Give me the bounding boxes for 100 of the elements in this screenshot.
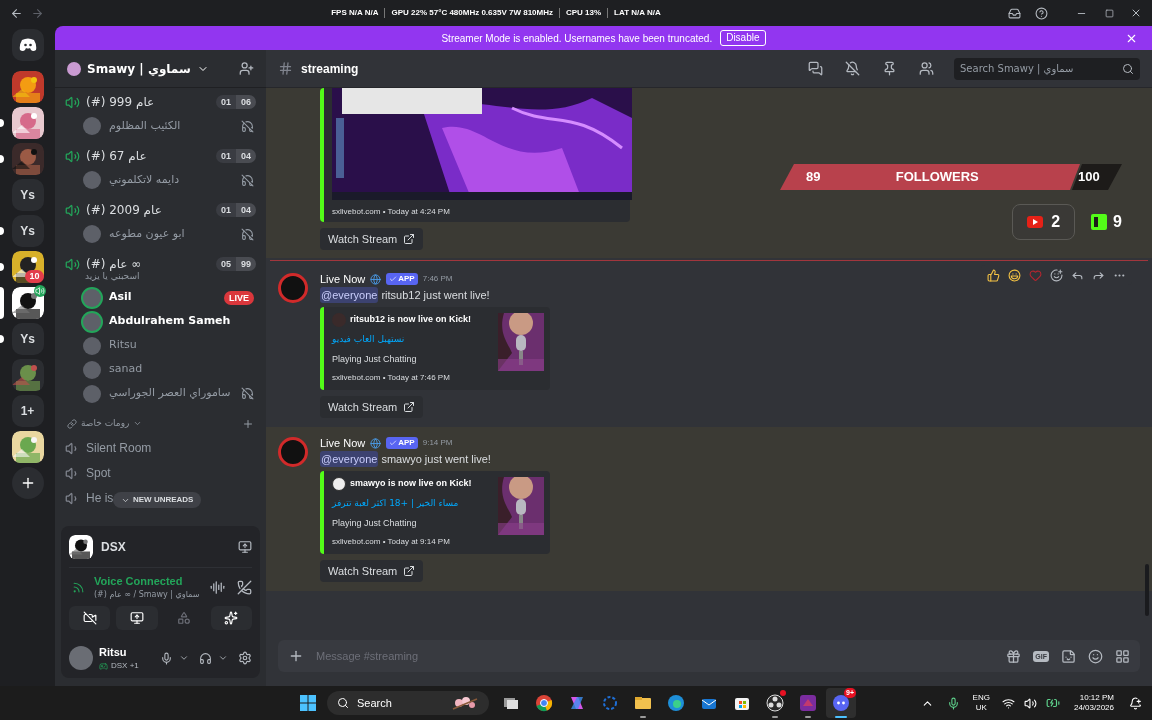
soundboard-button[interactable] xyxy=(210,606,252,630)
app-badge: APP xyxy=(386,437,418,449)
message-text: smawyo just went live! xyxy=(381,451,491,467)
microphone-icon[interactable] xyxy=(160,651,173,665)
channel-name: (#) 2009 عام xyxy=(86,202,163,219)
channel-name[interactable]: Silent Room xyxy=(86,439,152,457)
back-icon[interactable] xyxy=(10,6,23,20)
app-logo-icon xyxy=(535,694,553,712)
volume-icon[interactable] xyxy=(1023,696,1037,710)
voice-member[interactable]: Ritsu xyxy=(55,333,266,358)
server-icon[interactable]: Ys xyxy=(11,215,44,247)
app-logo-icon xyxy=(568,694,586,712)
scrollbar[interactable] xyxy=(1145,564,1149,616)
user-status: DSX +1 xyxy=(111,660,139,673)
add-channel-icon[interactable] xyxy=(242,417,254,430)
maximize-icon[interactable] xyxy=(1105,8,1114,18)
app-logo-icon[interactable] xyxy=(18,38,37,52)
disconnect-icon[interactable] xyxy=(237,579,252,595)
laughing-face-icon[interactable] xyxy=(1008,268,1021,282)
app-logo-icon xyxy=(832,694,850,712)
server-name[interactable]: Smawy | سماوي xyxy=(87,59,191,78)
app-logo-icon xyxy=(766,694,784,712)
chevron-icon[interactable] xyxy=(218,653,228,663)
unread-pill xyxy=(0,119,4,127)
watch-stream-button[interactable]: Watch Stream xyxy=(320,396,424,418)
add-server-button[interactable] xyxy=(11,467,44,499)
server-icon[interactable] xyxy=(11,107,44,139)
watch-stream-button[interactable]: Watch Stream xyxy=(320,228,424,250)
server-icon[interactable] xyxy=(11,431,44,463)
watch-stream-button[interactable]: Watch Stream xyxy=(320,560,424,582)
voice-member[interactable]: sanad xyxy=(55,357,266,382)
search-field[interactable]: Search Smawy | سماوي xyxy=(954,57,1140,80)
bot-avatar xyxy=(278,437,308,467)
category-name[interactable]: رومات خاصة xyxy=(81,416,130,431)
battery-icon[interactable] xyxy=(1045,696,1060,710)
channel-name[interactable]: Spot xyxy=(86,464,111,482)
gift-icon[interactable] xyxy=(1006,648,1022,664)
settings-icon[interactable] xyxy=(238,651,252,665)
server-icon[interactable]: 1+ xyxy=(11,395,44,427)
server-icon[interactable] xyxy=(11,71,44,103)
sticker-icon[interactable] xyxy=(1061,648,1076,664)
add-reaction-icon[interactable] xyxy=(1050,268,1063,282)
camera-off-button[interactable] xyxy=(69,606,111,630)
server-icon[interactable] xyxy=(11,287,44,319)
help-icon[interactable] xyxy=(1035,6,1048,20)
language-indicator[interactable]: ENG UK xyxy=(972,693,990,713)
voice-member[interactable]: الكئيب المظلوم xyxy=(55,114,266,138)
wifi-icon[interactable] xyxy=(1001,696,1015,710)
stream-link[interactable]: مساء الخير | +18 اكثر لعبة تترفز xyxy=(332,497,492,511)
followers-label: FOLLOWERS xyxy=(895,168,979,187)
voice-member[interactable]: Abdulrahem Sameh xyxy=(55,309,266,334)
voice-member[interactable]: دايمه لاتكلموني xyxy=(55,168,266,192)
taskbar-search[interactable]: Search xyxy=(327,691,489,715)
invite-icon[interactable] xyxy=(239,61,254,76)
pin-icon[interactable] xyxy=(882,61,897,76)
mention[interactable]: @everyone xyxy=(320,450,379,468)
screen-share-icon[interactable] xyxy=(238,539,252,554)
close-icon[interactable] xyxy=(1130,7,1142,19)
voice-member[interactable]: ابو عيون مطوعه xyxy=(55,222,266,246)
clock[interactable]: 10:12 PM 24/03/2026 xyxy=(1073,693,1114,713)
soundwave-icon[interactable] xyxy=(210,579,225,595)
member-name: ابو عيون مطوعه xyxy=(109,225,186,242)
forward-icon[interactable] xyxy=(31,6,44,20)
channel-name: (#) 67 عام xyxy=(86,148,148,165)
disable-button[interactable]: Disable xyxy=(720,30,766,46)
emoji-icon[interactable] xyxy=(1088,648,1103,664)
notifications-icon[interactable] xyxy=(1129,696,1142,710)
stream-link[interactable]: نستهبل العاب فيديو xyxy=(332,333,492,347)
inbox-icon[interactable] xyxy=(1008,6,1021,20)
thumbs-up-icon[interactable] xyxy=(987,268,1000,282)
embed-footer: sxlivebot.com • Today at 4:24 PM xyxy=(332,206,632,218)
screen-share-button[interactable] xyxy=(116,606,158,630)
muted-bell-icon[interactable] xyxy=(845,61,860,76)
headphones-icon[interactable] xyxy=(199,651,212,665)
chevron-icon[interactable] xyxy=(179,653,189,663)
members-icon[interactable] xyxy=(919,61,934,76)
channel-status: اسحبني يا يزيد xyxy=(84,271,141,283)
voice-member[interactable]: Asil LIVE xyxy=(55,285,266,310)
screen-share-icon xyxy=(129,611,144,625)
new-unreads-button[interactable]: NEW UNREADS xyxy=(113,492,202,508)
performance-stat: GPU 22% 57°C 480MHz 0.635V 7W 810MHz xyxy=(391,7,553,19)
channel-name[interactable]: He is xyxy=(86,489,114,507)
windows-logo-icon[interactable] xyxy=(299,694,317,712)
voice-member[interactable]: ساموراي العصر الجوراسي xyxy=(55,381,266,406)
app-logo-icon xyxy=(667,694,685,712)
threads-icon[interactable] xyxy=(808,61,823,76)
mention[interactable]: @everyone xyxy=(320,286,379,304)
performance-stat: FPS N/A N/A xyxy=(331,7,379,19)
connection-icon xyxy=(72,580,85,594)
play-logo-icon xyxy=(1027,216,1044,228)
server-icon[interactable]: Ys xyxy=(11,179,44,211)
app-badge: APP xyxy=(386,273,418,285)
live-badge: LIVE xyxy=(224,290,254,305)
server-icon[interactable]: Ys xyxy=(11,323,44,355)
apps-icon[interactable] xyxy=(1115,648,1130,664)
embed-footer: sxlivebot.com • Today at 9:14 PM xyxy=(332,536,492,548)
microphone-icon[interactable] xyxy=(946,696,960,710)
server-icon xyxy=(67,61,81,76)
attach-icon[interactable] xyxy=(288,648,304,664)
timestamp: 9:14 PM xyxy=(422,437,453,449)
